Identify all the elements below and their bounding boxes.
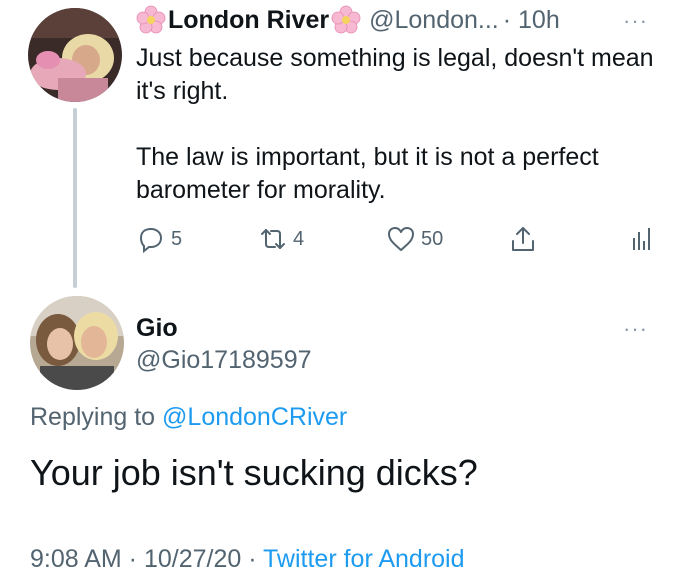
thread-line xyxy=(73,108,77,288)
avatar[interactable] xyxy=(30,296,124,390)
like-icon xyxy=(386,224,416,254)
more-icon[interactable]: ··· xyxy=(623,8,648,34)
tweet-footer: 9:08 AM · 10/27/20 · Twitter for Android xyxy=(30,545,465,574)
flower-icon xyxy=(331,5,361,35)
avatar[interactable] xyxy=(28,8,122,102)
replying-to-link[interactable]: @LondonCRiver xyxy=(162,403,347,431)
tweet-text-line: The law is important, but it is not a pe… xyxy=(136,143,599,204)
like-count: 50 xyxy=(421,227,444,250)
author-handle[interactable]: @London... xyxy=(369,6,499,35)
more-icon[interactable]: ··· xyxy=(623,316,648,342)
tweet-time[interactable]: · 10h xyxy=(503,6,560,35)
reply-author-handle[interactable]: @Gio17189597 xyxy=(136,346,312,375)
analytics-icon xyxy=(626,224,656,254)
retweet-icon xyxy=(258,224,288,254)
replying-prefix: Replying to xyxy=(30,403,156,431)
reply-text: Your job isn't sucking dicks? xyxy=(30,452,478,493)
analytics-button[interactable] xyxy=(626,224,656,254)
reply-button[interactable]: 5 xyxy=(136,224,182,254)
timestamp[interactable]: 9:08 AM · 10/27/20 · xyxy=(30,545,257,573)
source-link[interactable]: Twitter for Android xyxy=(263,545,464,573)
tweet-text: Just because something is legal, doesn't… xyxy=(136,42,656,207)
reply-author-name[interactable]: Gio xyxy=(136,314,178,343)
retweet-button[interactable]: 4 xyxy=(258,224,304,254)
author-name[interactable]: London River xyxy=(168,6,329,35)
retweet-count: 4 xyxy=(293,227,305,250)
tweet-actions: 5 4 50 xyxy=(136,224,656,260)
like-button[interactable]: 50 xyxy=(386,224,443,254)
reply-count: 5 xyxy=(171,227,183,250)
replying-to: Replying to @LondonCRiver xyxy=(30,403,347,432)
tweet-text-line: Just because something is legal, doesn't… xyxy=(136,44,654,105)
reply-icon xyxy=(136,224,166,254)
share-button[interactable] xyxy=(508,224,538,254)
share-icon xyxy=(508,224,538,254)
flower-icon xyxy=(136,5,166,35)
tweet-header: London River @London... · 10h xyxy=(136,2,560,38)
